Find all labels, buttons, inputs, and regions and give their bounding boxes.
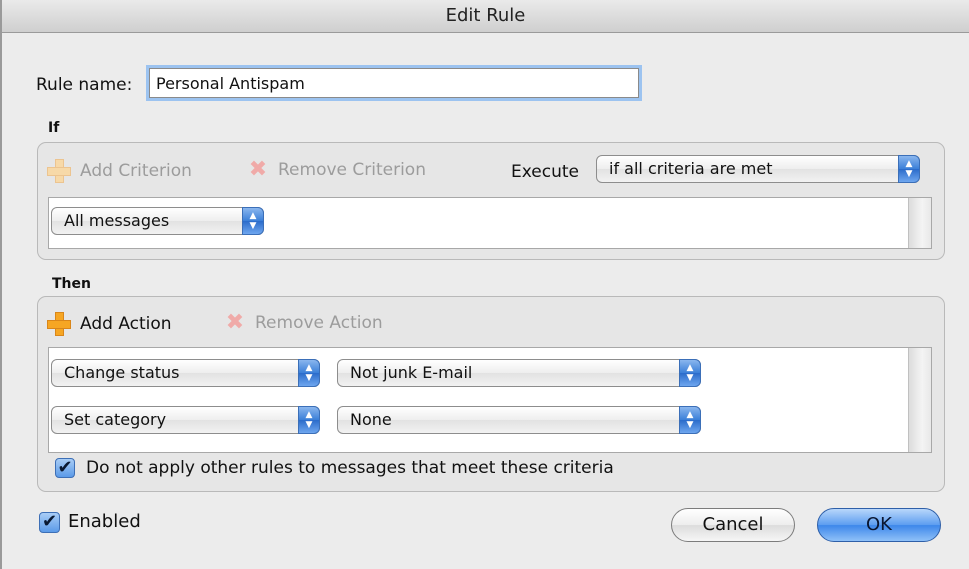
x-icon: ✖	[248, 157, 268, 182]
stop-rules-checkbox[interactable]: ✔	[55, 458, 75, 478]
if-heading: If	[48, 120, 60, 136]
add-action-label: Add Action	[80, 314, 172, 334]
cancel-button[interactable]: Cancel	[671, 508, 795, 542]
execute-label: Execute	[511, 162, 579, 182]
criteria-scrollbar[interactable]	[908, 198, 931, 248]
remove-action-button[interactable]: ✖ Remove Action	[223, 311, 383, 335]
plus-icon	[46, 311, 72, 337]
action-type-popup[interactable]: Set category ▲ ▼	[51, 406, 320, 434]
action-value-popup[interactable]: Not junk E-mail ▲ ▼	[337, 359, 701, 387]
actions-list: Change status ▲ ▼ Not junk E-mail ▲ ▼ Set …	[48, 347, 932, 453]
enabled-checkbox[interactable]: ✔	[39, 512, 60, 533]
action-type-value: Set category	[64, 410, 167, 429]
add-criterion-label: Add Criterion	[80, 161, 192, 181]
then-heading: Then	[52, 276, 91, 292]
chevron-updown-icon: ▲ ▼	[298, 359, 320, 387]
actions-scrollbar[interactable]	[908, 348, 931, 452]
criterion-popup-value: All messages	[64, 211, 170, 230]
chevron-updown-icon: ▲ ▼	[679, 406, 701, 434]
plus-icon	[46, 158, 72, 184]
action-value-popup[interactable]: None ▲ ▼	[337, 406, 701, 434]
add-criterion-button[interactable]: Add Criterion	[46, 158, 192, 184]
then-group: Add Action ✖ Remove Action Change status…	[37, 296, 945, 492]
action-type-popup[interactable]: Change status ▲ ▼	[51, 359, 320, 387]
criteria-list: All messages ▲ ▼	[48, 197, 932, 249]
rule-name-label: Rule name:	[36, 75, 133, 95]
chevron-updown-icon: ▲ ▼	[298, 406, 320, 434]
chevron-updown-icon: ▲ ▼	[898, 155, 920, 183]
rule-name-input[interactable]	[149, 68, 639, 98]
chevron-updown-icon: ▲ ▼	[242, 207, 264, 235]
enabled-label: Enabled	[68, 511, 141, 532]
action-value-value: None	[350, 410, 392, 429]
if-group: Add Criterion ✖ Remove Criterion Execute…	[37, 142, 945, 260]
execute-popup-value: if all criteria are met	[609, 159, 773, 178]
remove-criterion-label: Remove Criterion	[278, 160, 426, 180]
x-icon: ✖	[225, 310, 245, 335]
ok-button[interactable]: OK	[817, 508, 941, 542]
window-title: Edit Rule	[2, 0, 969, 33]
remove-action-label: Remove Action	[255, 313, 383, 333]
add-action-button[interactable]: Add Action	[46, 311, 172, 337]
remove-criterion-button[interactable]: ✖ Remove Criterion	[246, 158, 426, 182]
action-type-value: Change status	[64, 363, 180, 382]
criterion-popup[interactable]: All messages ▲ ▼	[51, 207, 264, 235]
stop-rules-label: Do not apply other rules to messages tha…	[86, 458, 614, 478]
action-value-value: Not junk E-mail	[350, 363, 473, 382]
chevron-updown-icon: ▲ ▼	[679, 359, 701, 387]
edit-rule-window: Edit Rule Rule name: If Add Criterion ✖ …	[0, 0, 969, 569]
execute-popup[interactable]: if all criteria are met ▲ ▼	[596, 155, 920, 183]
